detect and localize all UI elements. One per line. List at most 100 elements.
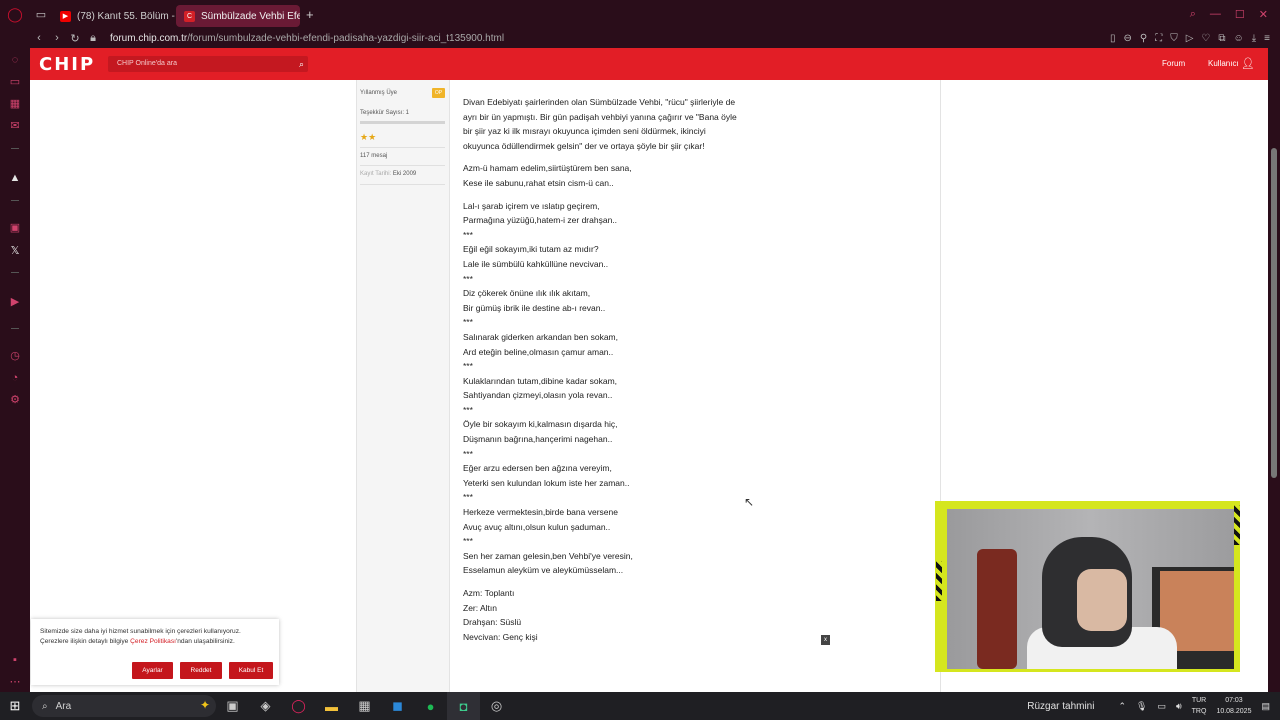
mic-icon[interactable]: 🎙︎ [1136, 701, 1147, 712]
gx-icon[interactable]: ▪ [7, 652, 23, 668]
forward-button[interactable]: › [48, 32, 66, 44]
copilot-icon[interactable]: ◈ [249, 692, 282, 720]
search-icon[interactable]: ⌕ [1190, 8, 1196, 21]
opera-logo-icon[interactable]: ◯ [0, 0, 30, 28]
page-scrollbar[interactable] [1268, 48, 1280, 692]
cookie-accept-button[interactable]: Kabul Et [229, 662, 273, 679]
address-bar-tools: ▯ ⊖ ⚲ ⛶ ⛉ ▷ ♡ ⧉ ☺ ⤓ ≡ [1110, 33, 1280, 44]
webcam-chair [977, 549, 1017, 669]
shopping-icon[interactable]: ▭ [7, 74, 23, 90]
close-window-button[interactable]: ✕ [1259, 8, 1268, 21]
message-count[interactable]: 117 mesaj [360, 153, 387, 159]
store-icon[interactable]: ▦ [348, 692, 381, 720]
back-button[interactable]: ‹ [30, 32, 48, 44]
url-field[interactable]: forum.chip.com.tr/forum/sumbulzade-vehbi… [110, 33, 504, 44]
poem-stanza: Diz çökerek önüne ılık ılık akıtam, Bir … [463, 288, 606, 328]
post-content: Divan Edebiyatı şairlerinden olan Sümbül… [463, 95, 893, 652]
poem-stanza: Azm-ü hamam edelim,siirtüştürem ben sana… [463, 163, 632, 188]
mail-icon[interactable]: ✉ [7, 118, 23, 134]
spotify-icon[interactable]: ● [414, 692, 447, 720]
twitch-icon[interactable]: ▣ [7, 220, 23, 236]
site-search-input[interactable]: CHIP Online'da ara ⌕ [108, 56, 308, 72]
cookie-policy-link[interactable]: Çerez Politikası [130, 638, 176, 645]
post-author-panel: Yıllanmış Üye OP Teşekkür Sayısı: 1 ★★ 1… [357, 80, 450, 692]
extensions-icon[interactable]: ⧉ [1218, 33, 1225, 44]
weather-widget[interactable]: Rüzgar tahmini [1027, 701, 1094, 712]
zoom-icon[interactable]: ⊖ [1123, 33, 1131, 44]
ad-close-button[interactable]: x [821, 635, 830, 645]
notification-icon[interactable]: ▤ [1261, 701, 1270, 712]
user-icon[interactable]: 👤︎ [1241, 57, 1255, 70]
frame-stripe [936, 561, 942, 601]
settings-icon[interactable]: ⚙ [7, 392, 23, 408]
pin-icon[interactable]: ⚲ [1140, 33, 1147, 44]
reload-button[interactable]: ↻ [66, 32, 84, 45]
star-rating-icon: ★★ [360, 132, 377, 142]
arc-icon[interactable]: ▲ [7, 170, 23, 186]
download-icon[interactable]: ⤓ [1252, 33, 1256, 44]
sidebar-divider [11, 272, 19, 273]
search-icon: ⌕ [42, 700, 48, 712]
minimize-button[interactable]: — [1210, 8, 1221, 21]
x-icon[interactable]: 𝕏 [7, 243, 23, 259]
tab-label: (78) Kanıt 55. Bölüm - Ful [77, 10, 176, 22]
more-icon[interactable]: ⋯ [7, 674, 23, 690]
gallery-icon[interactable]: ▦ [7, 96, 23, 112]
nav-user-link[interactable]: Kullanıcı [1208, 59, 1239, 68]
mouse-cursor-icon: ↖ [744, 495, 755, 509]
send-icon[interactable]: ▷ [1186, 33, 1194, 44]
language-indicator[interactable]: TUR TRQ [1192, 695, 1207, 717]
profile-icon[interactable]: ☺ [1234, 33, 1244, 44]
cookie-text: Sitemizde size daha iyi hizmet sunabilme… [40, 628, 241, 645]
maximize-button[interactable]: ☐ [1235, 8, 1245, 21]
cookie-settings-button[interactable]: Ayarlar [132, 662, 173, 679]
poem-stanza: Öyle bir sokayım ki,kalmasın dışarda hiç… [463, 419, 618, 459]
task-view-icon[interactable]: ▣ [216, 692, 249, 720]
poem-stanza: Salınarak giderken arkandan ben sokam, A… [463, 331, 618, 372]
new-tab-button[interactable]: + [306, 7, 314, 22]
chip-logo[interactable]: CHIP [39, 54, 95, 75]
poem-stanza: Sen her zaman gelesin,ben Vehbi'ye veres… [463, 550, 633, 576]
tab-youtube[interactable]: ▶ (78) Kanıt 55. Bölüm - Ful [52, 5, 176, 27]
chevron-up-icon[interactable]: ⌃ [1118, 701, 1126, 712]
file-explorer-icon[interactable]: ▬ [315, 692, 348, 720]
snapshot-icon[interactable]: ⛶ [1155, 33, 1162, 44]
registration-date: Kayıt Tarihi: Eki 2009 [360, 171, 417, 177]
reader-icon[interactable]: ▯ [1110, 33, 1116, 44]
opera-taskbar-icon[interactable]: ◯ [282, 692, 315, 720]
outlook-icon[interactable]: ◼ [381, 692, 414, 720]
poem-stanza: Eğil eğil sokayım,iki tutam az mıdır? La… [463, 244, 609, 284]
network-icon[interactable]: ▭ [1157, 701, 1166, 712]
heart-icon[interactable]: ♡ [1201, 33, 1210, 44]
youtube-icon: ▶ [60, 10, 71, 22]
webcam-person-face [1077, 569, 1127, 631]
cookie-reject-button[interactable]: Reddet [180, 662, 222, 679]
chip-icon: C [184, 10, 195, 22]
steam-icon[interactable]: ◎ [480, 692, 513, 720]
window-controls: ⌕ — ☐ ✕ [1190, 8, 1280, 21]
chat-icon[interactable]: ◔ [7, 370, 23, 386]
tab-manager-icon[interactable]: ▭ [30, 0, 52, 28]
webcam-overlay [935, 501, 1240, 672]
clock[interactable]: 07:03 10.08.2025 [1216, 695, 1251, 717]
search-icon[interactable]: ⌕ [299, 56, 304, 72]
aria-icon[interactable]: ◌ [7, 52, 23, 68]
tab-chip-forum[interactable]: C Sümbülzade Vehbi Efendi [176, 5, 300, 27]
chat-app-icon[interactable]: ◘ [447, 692, 480, 720]
player-icon[interactable]: ▶ [7, 294, 23, 310]
lock-icon: 🔒︎ [90, 31, 96, 44]
history-icon[interactable]: ◷ [7, 348, 23, 364]
menu-icon[interactable]: ≡ [1264, 33, 1270, 44]
nav-forum-link[interactable]: Forum [1162, 59, 1185, 68]
reputation-bar [360, 121, 445, 124]
post-intro: Divan Edebiyatı şairlerinden olan Sümbül… [463, 97, 737, 151]
scrollbar-thumb[interactable] [1271, 148, 1277, 478]
taskbar-search[interactable]: ⌕ Ara ✦ [32, 695, 216, 717]
forum-post: Yıllanmış Üye OP Teşekkür Sayısı: 1 ★★ 1… [356, 80, 941, 692]
poem-stanza: Herkeze vermektesin,birde bana versene A… [463, 507, 618, 547]
address-bar: ‹ › ↻ 🔒︎ forum.chip.com.tr/forum/sumbulz… [0, 28, 1280, 48]
shield-icon[interactable]: ⛉ [1170, 33, 1178, 44]
volume-icon[interactable]: 🔊︎ [1176, 701, 1182, 712]
poem-stanza: Lal-ı şarab içirem ve ıslatıp geçirem, P… [463, 200, 618, 240]
start-button[interactable]: ⊞ [0, 698, 30, 714]
